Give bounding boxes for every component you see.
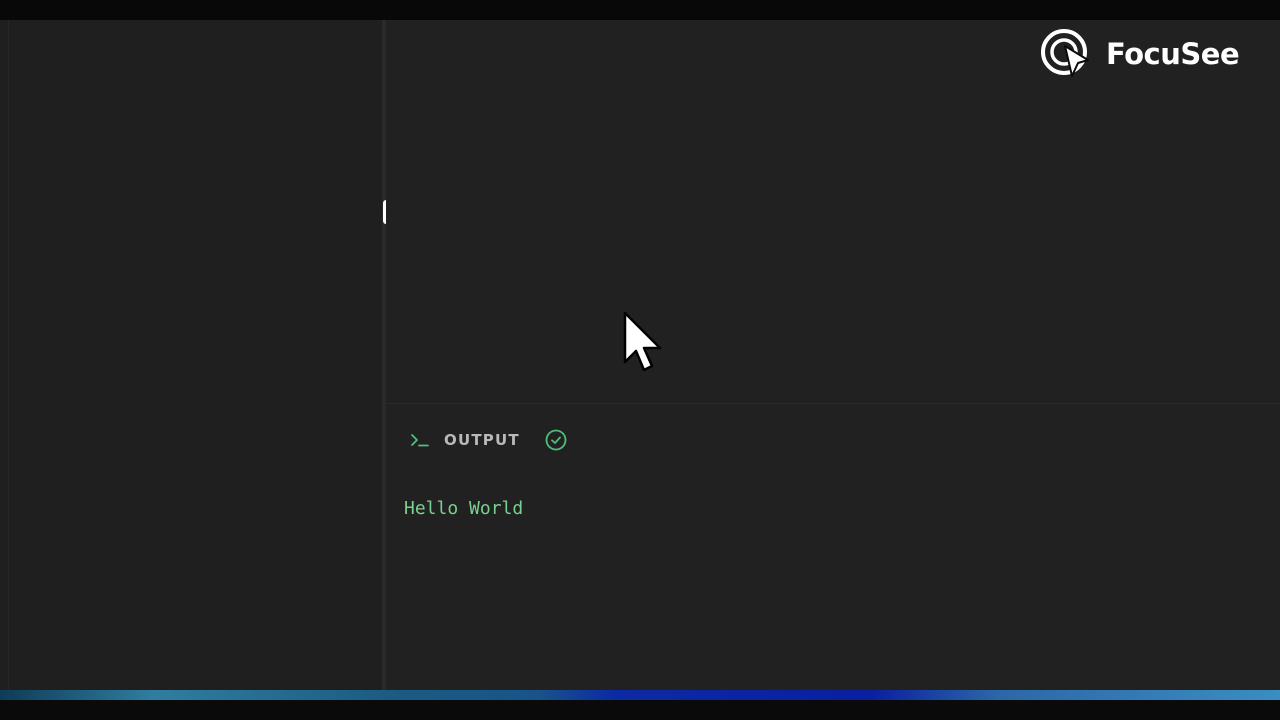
- terminal-icon: [410, 432, 430, 448]
- output-title: OUTPUT: [444, 431, 520, 449]
- output-panel: OUTPUT Hello World: [386, 404, 1280, 692]
- bottom-letterbox: [0, 700, 1280, 720]
- output-header: OUTPUT: [410, 428, 568, 452]
- sidebar-panel: [0, 20, 384, 692]
- check-circle-icon: [544, 428, 568, 452]
- app-window: OUTPUT Hello World: [0, 20, 1280, 692]
- recording-frame: OUTPUT Hello World FocuSee: [0, 0, 1280, 720]
- sidebar-edge-line: [8, 20, 9, 692]
- brand-name: FocuSee: [1106, 37, 1240, 71]
- focusee-logo-icon: [1038, 26, 1094, 82]
- output-text: Hello World: [404, 498, 524, 519]
- mouse-cursor-icon: [622, 310, 672, 376]
- watermark-logo: FocuSee: [1038, 26, 1240, 82]
- desktop-strip: [0, 690, 1280, 700]
